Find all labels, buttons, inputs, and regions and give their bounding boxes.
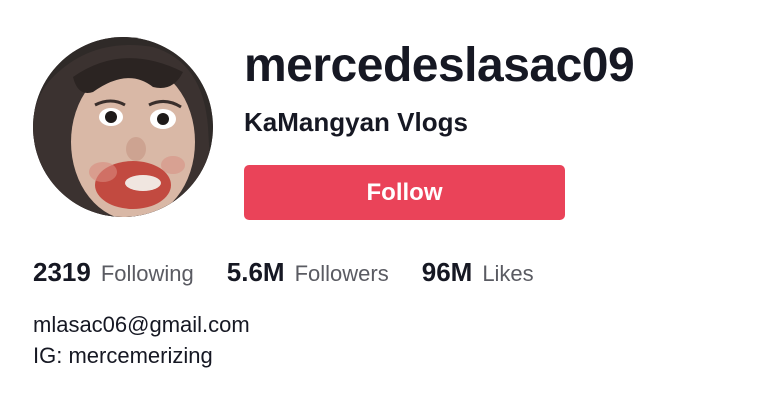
profile-display-name: KaMangyan Vlogs [244, 107, 468, 137]
bio-email: mlasac06@gmail.com [33, 312, 250, 337]
bio-instagram: IG: mercemerizing [33, 343, 213, 368]
profile-stats: 2319 Following 5.6M Followers 96M Likes [33, 257, 567, 288]
avatar[interactable] [33, 37, 213, 217]
stat-label: Followers [294, 261, 389, 286]
avatar-photo-icon [33, 37, 213, 217]
profile-username: mercedeslasac09 [244, 39, 635, 92]
stat-value: 96M [421, 257, 473, 287]
stat-value: 5.6M [226, 257, 285, 287]
stat-followers[interactable]: 5.6M Followers [227, 257, 389, 288]
stat-likes: 96M Likes [422, 257, 534, 288]
stat-label: Following [100, 261, 194, 286]
stat-following[interactable]: 2319 Following [33, 257, 194, 288]
stat-value: 2319 [33, 257, 91, 287]
follow-button[interactable]: Follow [244, 165, 565, 220]
stat-label: Likes [482, 261, 534, 286]
profile-bio: mlasac06@gmail.com IG: mercemerizing [33, 309, 250, 371]
